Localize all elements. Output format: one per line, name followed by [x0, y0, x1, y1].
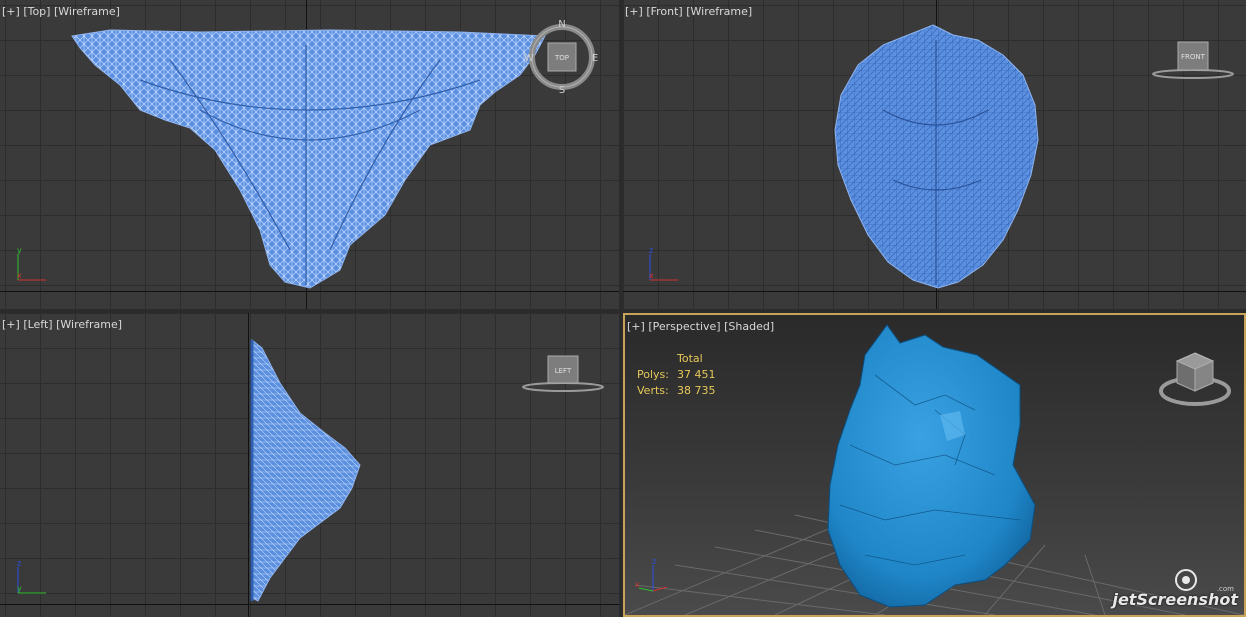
axis-tripod-icon: z x: [649, 246, 678, 281]
view-name-button[interactable]: [Perspective]: [648, 320, 720, 333]
svg-text:x: x: [635, 580, 640, 589]
viewport-left[interactable]: [+] [Left] [Wireframe] LEFT z y: [0, 313, 619, 617]
axis-tripod-icon: z x: [635, 557, 668, 592]
watermark-brand: jetScreenshot: [1112, 590, 1238, 609]
viewcube-3d-icon[interactable]: [1155, 343, 1235, 413]
svg-text:z: z: [17, 559, 21, 568]
shading-mode-button[interactable]: [Shaded]: [724, 320, 774, 333]
viewcube-icon[interactable]: LEFT: [518, 350, 608, 400]
viewport-menu-button[interactable]: [+]: [625, 5, 643, 18]
stats-header: Total: [677, 352, 703, 365]
view-name-button[interactable]: [Left]: [23, 318, 52, 331]
verts-label: Verts:: [637, 384, 669, 397]
shading-mode-button[interactable]: [Wireframe]: [56, 318, 122, 331]
shading-mode-button[interactable]: [Wireframe]: [686, 5, 752, 18]
verts-value: 38 735: [677, 384, 716, 397]
svg-text:z: z: [649, 246, 653, 255]
compass-north: N: [558, 19, 565, 30]
compass-west: W: [524, 53, 534, 64]
compass-south: S: [559, 85, 565, 96]
viewport-label-top: [+] [Top] [Wireframe]: [2, 5, 120, 18]
axis-tripod-icon: z y: [17, 559, 46, 594]
viewport-label-perspective: [+] [Perspective] [Shaded]: [627, 320, 774, 333]
viewport-menu-button[interactable]: [+]: [2, 5, 20, 18]
svg-text:y: y: [17, 584, 22, 593]
viewport-menu-button[interactable]: [+]: [627, 320, 645, 333]
svg-text:x: x: [649, 271, 654, 280]
svg-text:y: y: [17, 246, 22, 255]
view-name-button[interactable]: [Front]: [646, 5, 682, 18]
viewport-front[interactable]: [+] [Front] [Wireframe] FRONT z x: [623, 0, 1246, 309]
svg-text:x: x: [17, 271, 22, 280]
axis-tripod-icon: y x: [17, 246, 46, 281]
polys-value: 37 451: [677, 368, 716, 381]
viewport-perspective[interactable]: [+] [Perspective] [Shaded] Total Polys: …: [623, 313, 1246, 617]
viewport-menu-button[interactable]: [+]: [2, 318, 20, 331]
viewcube-icon[interactable]: FRONT: [1148, 36, 1238, 86]
svg-text:z: z: [652, 557, 656, 566]
compass-east: E: [592, 53, 598, 64]
polys-label: Polys:: [637, 368, 669, 381]
viewcube-compass[interactable]: TOP N S E W: [522, 17, 602, 97]
viewport-label-left: [+] [Left] [Wireframe]: [2, 318, 122, 331]
scene-statistics: Total Polys: 37 451 Verts: 38 735: [637, 351, 737, 399]
viewport-label-front: [+] [Front] [Wireframe]: [625, 5, 752, 18]
view-name-button[interactable]: [Top]: [23, 5, 50, 18]
viewcube-face-label[interactable]: LEFT: [555, 367, 572, 375]
viewcube-face-label[interactable]: FRONT: [1181, 53, 1206, 61]
viewcube-face-label[interactable]: TOP: [554, 54, 569, 62]
viewport-top[interactable]: [+] [Top] [Wireframe] TOP N S E W y x: [0, 0, 619, 309]
shading-mode-button[interactable]: [Wireframe]: [54, 5, 120, 18]
